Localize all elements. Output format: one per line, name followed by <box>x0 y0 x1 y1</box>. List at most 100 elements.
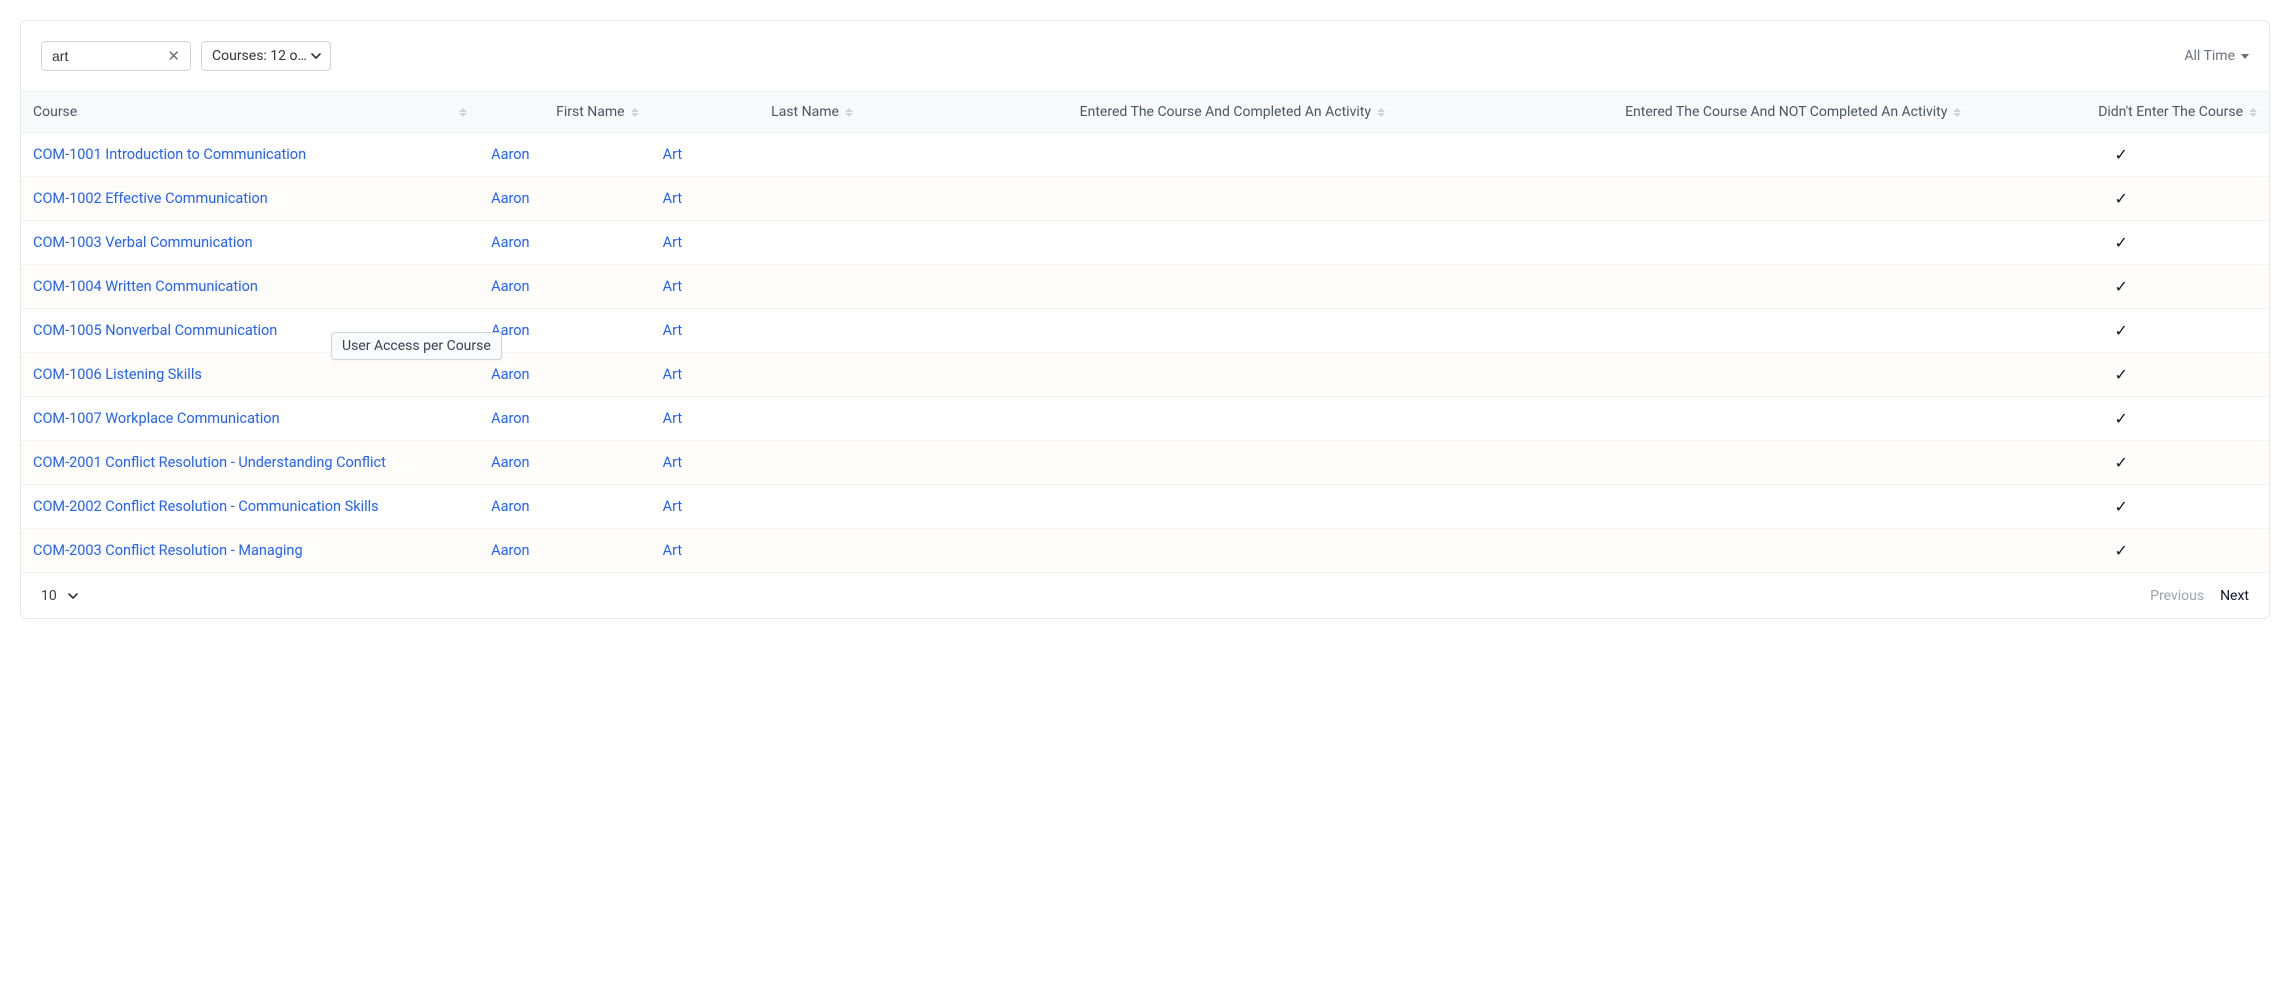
col-header-course[interactable]: Course <box>21 92 479 133</box>
cell-entered-not-completed <box>1397 221 1973 265</box>
table-header-row: Course First Name Last Name Entered The … <box>21 92 2269 133</box>
time-filter-label: All Time <box>2184 48 2235 64</box>
cell-didnt-enter: ✓ <box>1973 529 2269 573</box>
col-header-entered-completed[interactable]: Entered The Course And Completed An Acti… <box>865 92 1397 133</box>
cell-didnt-enter: ✓ <box>1973 309 2269 353</box>
cell-entered-not-completed <box>1397 309 1973 353</box>
table-row: COM-1007 Workplace Communication Aaron Art… <box>21 397 2269 441</box>
sort-icon <box>1953 108 1961 117</box>
first-name-link[interactable]: Aaron <box>491 454 529 471</box>
first-name-link[interactable]: Aaron <box>491 190 529 207</box>
cell-entered-completed <box>865 441 1397 485</box>
first-name-link[interactable]: Aaron <box>491 146 529 163</box>
table-row: COM-1002 Effective Communication Aaron Art… <box>21 177 2269 221</box>
course-link[interactable]: COM-1001 Introduction to Communication <box>33 146 306 163</box>
courses-filter-dropdown[interactable]: Courses: 12 o… <box>201 41 331 71</box>
course-link[interactable]: COM-2001 Conflict Resolution - Understan… <box>33 454 386 471</box>
table-row: COM-2001 Conflict Resolution - Understan… <box>21 441 2269 485</box>
cell-entered-not-completed <box>1397 397 1973 441</box>
cell-entered-completed <box>865 177 1397 221</box>
last-name-link[interactable]: Art <box>663 278 682 295</box>
last-name-link[interactable]: Art <box>663 410 682 427</box>
table-row: COM-1004 Written Communication Aaron Art ✓ <box>21 265 2269 309</box>
cell-entered-not-completed <box>1397 353 1973 397</box>
cell-didnt-enter: ✓ <box>1973 177 2269 221</box>
last-name-link[interactable]: Art <box>663 366 682 383</box>
cell-entered-completed <box>865 221 1397 265</box>
cell-entered-completed <box>865 309 1397 353</box>
cell-didnt-enter: ✓ <box>1973 133 2269 177</box>
first-name-link[interactable]: Aaron <box>491 234 529 251</box>
sort-icon <box>2249 108 2257 117</box>
search-input[interactable] <box>52 48 167 64</box>
page-size-dropdown[interactable]: 10 <box>41 588 79 604</box>
clear-search-icon[interactable]: ✕ <box>167 49 180 64</box>
col-header-first-name[interactable]: First Name <box>479 92 650 133</box>
sort-icon <box>459 108 467 117</box>
cell-entered-completed <box>865 133 1397 177</box>
last-name-link[interactable]: Art <box>663 322 682 339</box>
col-header-entered-not-completed[interactable]: Entered The Course And NOT Completed An … <box>1397 92 1973 133</box>
table-row: COM-2003 Conflict Resolution - Managing A… <box>21 529 2269 573</box>
first-name-link[interactable]: Aaron <box>491 542 529 559</box>
table-row: COM-1003 Verbal Communication Aaron Art ✓ <box>21 221 2269 265</box>
cell-entered-not-completed <box>1397 441 1973 485</box>
course-link[interactable]: COM-1003 Verbal Communication <box>33 234 253 251</box>
col-header-didnt-enter[interactable]: Didn't Enter The Course <box>1973 92 2269 133</box>
cell-didnt-enter: ✓ <box>1973 265 2269 309</box>
cell-entered-completed <box>865 397 1397 441</box>
course-link[interactable]: COM-2002 Conflict Resolution - Communica… <box>33 498 379 515</box>
course-link[interactable]: COM-1005 Nonverbal Communication <box>33 322 277 339</box>
cell-entered-not-completed <box>1397 529 1973 573</box>
sort-icon <box>845 108 853 117</box>
report-panel: ✕ Courses: 12 o… All Time Course <box>20 20 2270 619</box>
last-name-link[interactable]: Art <box>663 234 682 251</box>
first-name-link[interactable]: Aaron <box>491 410 529 427</box>
cell-entered-completed <box>865 529 1397 573</box>
filter-bar: ✕ Courses: 12 o… All Time <box>21 21 2269 91</box>
cell-entered-completed <box>865 353 1397 397</box>
first-name-link[interactable]: Aaron <box>491 366 529 383</box>
cell-entered-not-completed <box>1397 177 1973 221</box>
course-link[interactable]: COM-1002 Effective Communication <box>33 190 268 207</box>
time-filter-dropdown[interactable]: All Time <box>2184 48 2249 64</box>
search-box: ✕ <box>41 41 191 71</box>
previous-button: Previous <box>2150 588 2204 604</box>
first-name-link[interactable]: Aaron <box>491 278 529 295</box>
last-name-link[interactable]: Art <box>663 542 682 559</box>
chevron-down-icon <box>67 590 79 602</box>
course-link[interactable]: COM-1007 Workplace Communication <box>33 410 280 427</box>
cell-entered-completed <box>865 265 1397 309</box>
pager: Previous Next <box>2150 588 2249 604</box>
table-row: COM-1001 Introduction to Communication Aa… <box>21 133 2269 177</box>
cell-didnt-enter: ✓ <box>1973 353 2269 397</box>
chevron-down-icon <box>310 50 322 62</box>
last-name-link[interactable]: Art <box>663 190 682 207</box>
cell-didnt-enter: ✓ <box>1973 397 2269 441</box>
first-name-link[interactable]: Aaron <box>491 498 529 515</box>
courses-filter-label: Courses: 12 o… <box>212 48 310 64</box>
course-link[interactable]: COM-1006 Listening Skills <box>33 366 202 383</box>
cell-didnt-enter: ✓ <box>1973 485 2269 529</box>
last-name-link[interactable]: Art <box>663 454 682 471</box>
sort-icon <box>1377 108 1385 117</box>
page-size-value: 10 <box>41 588 57 604</box>
next-button[interactable]: Next <box>2220 588 2249 604</box>
cell-didnt-enter: ✓ <box>1973 221 2269 265</box>
cell-entered-not-completed <box>1397 485 1973 529</box>
col-header-last-name[interactable]: Last Name <box>651 92 865 133</box>
course-link[interactable]: COM-1004 Written Communication <box>33 278 258 295</box>
caret-down-icon <box>2241 54 2249 59</box>
table-row: COM-2002 Conflict Resolution - Communica… <box>21 485 2269 529</box>
cell-entered-not-completed <box>1397 133 1973 177</box>
tooltip: User Access per Course <box>331 332 502 360</box>
last-name-link[interactable]: Art <box>663 498 682 515</box>
cell-entered-not-completed <box>1397 265 1973 309</box>
cell-entered-completed <box>865 485 1397 529</box>
sort-icon <box>631 108 639 117</box>
cell-didnt-enter: ✓ <box>1973 441 2269 485</box>
last-name-link[interactable]: Art <box>663 146 682 163</box>
table-footer: 10 Previous Next <box>21 573 2269 618</box>
course-link[interactable]: COM-2003 Conflict Resolution - Managing <box>33 542 303 559</box>
table-wrap: Course First Name Last Name Entered The … <box>21 91 2269 573</box>
